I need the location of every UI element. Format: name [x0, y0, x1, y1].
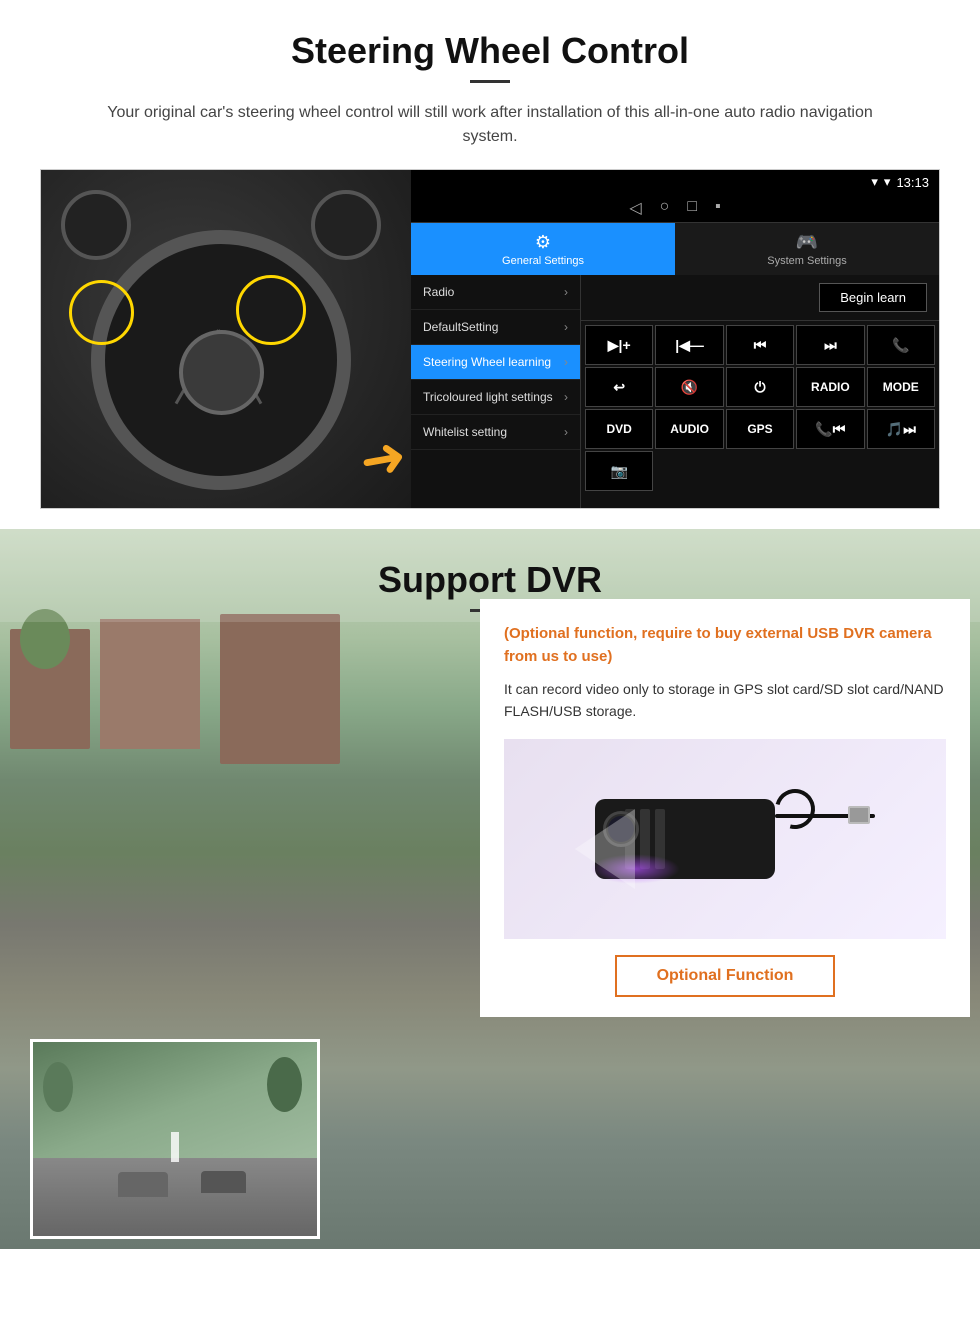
menu-item-radio[interactable]: Radio › [411, 275, 580, 310]
call-btn[interactable]: 📞 [867, 325, 935, 365]
tab-system-label: System Settings [767, 255, 846, 267]
music-next-btn[interactable]: 🎵⏭ [867, 409, 935, 449]
begin-learn-row: Begin learn [581, 275, 939, 321]
power-btn[interactable]: ⏻ [726, 367, 794, 407]
menu-item-default-setting[interactable]: DefaultSetting › [411, 310, 580, 345]
chevron-icon: › [564, 390, 568, 404]
android-nav-bar: ◁ ○ □ ▪ [411, 194, 939, 223]
wifi-icon: ▾ [884, 174, 891, 190]
mute-btn[interactable]: 🔇 [655, 367, 723, 407]
dvr-optional-text: (Optional function, require to buy exter… [504, 623, 946, 668]
right-control-highlight [236, 275, 306, 345]
android-menu: Radio › DefaultSetting › Steering Wheel … [411, 275, 581, 508]
android-right-panel: Begin learn ▶|+ |◀— ⏮ ⏭ 📞 ↩ 🔇 ⏻ RADIO MO… [581, 275, 939, 508]
tel-prev-btn[interactable]: 📞⏮ [796, 409, 864, 449]
car-silhouette-2 [201, 1171, 246, 1193]
vol-down-btn[interactable]: |◀— [655, 325, 723, 365]
settings-gear-icon: ⚙ [535, 232, 551, 253]
android-ui-panel: ▾ ▾ 13:13 ◁ ○ □ ▪ ⚙ General Settings 🎮 S… [411, 170, 939, 508]
home-icon[interactable]: ○ [660, 198, 670, 218]
time-display: 13:13 [896, 175, 929, 190]
next-btn[interactable]: ⏭ [796, 325, 864, 365]
tab-general-label: General Settings [502, 255, 584, 267]
camera-btn[interactable]: 📷 [585, 451, 653, 491]
dvr-info-box: (Optional function, require to buy exter… [480, 599, 970, 1017]
menu-item-steering-wheel[interactable]: Steering Wheel learning › [411, 345, 580, 380]
hangup-btn[interactable]: ↩ [585, 367, 653, 407]
chevron-icon: › [564, 285, 568, 299]
section1-description: Your original car's steering wheel contr… [80, 101, 900, 149]
menu-item-whitelist[interactable]: Whitelist setting › [411, 415, 580, 450]
menu-item-tricoloured[interactable]: Tricoloured light settings › [411, 380, 580, 415]
recents-icon[interactable]: □ [687, 198, 697, 218]
left-control-highlight [69, 280, 134, 345]
dvr-description: It can record video only to storage in G… [504, 678, 946, 723]
tab-general-settings[interactable]: ⚙ General Settings [411, 223, 675, 275]
vol-up-btn[interactable]: ▶|+ [585, 325, 653, 365]
cam-thumb-inner [33, 1042, 317, 1236]
dvr-camera-thumbnail [30, 1039, 320, 1239]
dvr-camera-image [504, 739, 946, 939]
optional-function-button[interactable]: Optional Function [615, 955, 836, 997]
mode-btn[interactable]: MODE [867, 367, 935, 407]
title-divider [470, 80, 510, 83]
gps-btn[interactable]: GPS [726, 409, 794, 449]
tab-system-settings[interactable]: 🎮 System Settings [675, 223, 939, 275]
begin-learn-button[interactable]: Begin learn [819, 283, 927, 312]
signal-icon: ▾ [871, 174, 878, 190]
control-button-grid: ▶|+ |◀— ⏮ ⏭ 📞 ↩ 🔇 ⏻ RADIO MODE DVD AUDIO… [581, 321, 939, 495]
audio-btn[interactable]: AUDIO [655, 409, 723, 449]
chevron-icon: › [564, 320, 568, 334]
back-icon[interactable]: ◁ [629, 198, 641, 218]
dvr-section: Support DVR (Optional function, require … [0, 529, 980, 1249]
chevron-icon: › [564, 425, 568, 439]
android-content-area: Radio › DefaultSetting › Steering Wheel … [411, 275, 939, 508]
android-tabs: ⚙ General Settings 🎮 System Settings [411, 223, 939, 275]
steering-wheel-image: ➜ [41, 170, 411, 509]
car-silhouette-1 [118, 1172, 168, 1197]
screenshot-icon[interactable]: ▪ [715, 198, 721, 218]
steering-wheel-section: Steering Wheel Control Your original car… [0, 0, 980, 529]
system-icon: 🎮 [796, 232, 818, 253]
chevron-icon: › [564, 355, 568, 369]
prev-btn[interactable]: ⏮ [726, 325, 794, 365]
section2-title: Support DVR [0, 559, 980, 601]
section1-title: Steering Wheel Control [40, 30, 940, 72]
radio-btn[interactable]: RADIO [796, 367, 864, 407]
dvd-btn[interactable]: DVD [585, 409, 653, 449]
android-statusbar: ▾ ▾ 13:13 [411, 170, 939, 194]
screenshot-area: ➜ ▾ ▾ 13:13 ◁ ○ □ ▪ ⚙ General Settings [40, 169, 940, 509]
